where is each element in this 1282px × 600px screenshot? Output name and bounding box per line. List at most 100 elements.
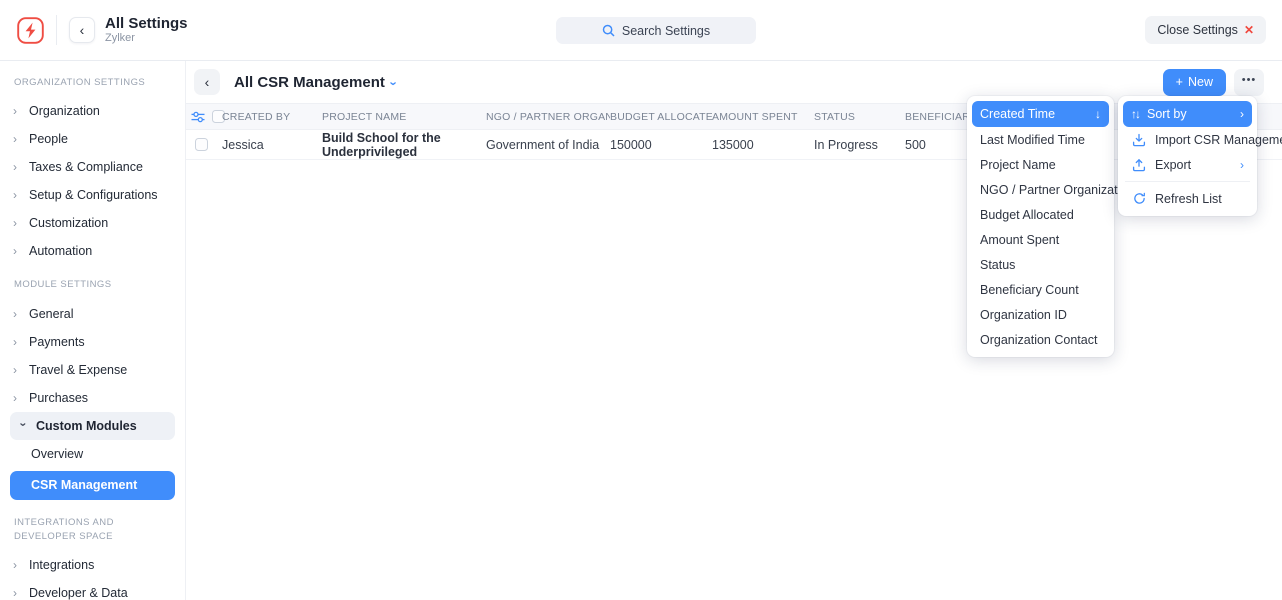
sidebar-item-label: Overview <box>31 447 83 461</box>
column-header-budget-allocated[interactable]: BUDGET ALLOCATED <box>610 111 712 123</box>
refresh-icon <box>1131 192 1147 205</box>
menu-item-sort-by[interactable]: ↑↓ Sort by › <box>1123 101 1252 127</box>
menu-item-import-csr-management[interactable]: Import CSR Management <box>1123 127 1252 152</box>
sort-option-budget-allocated[interactable]: Budget Allocated <box>972 202 1109 227</box>
list-toolbar: ‹ All CSR Management › + New ••• <box>186 61 1282 103</box>
list-back-button[interactable]: ‹ <box>194 69 220 95</box>
close-settings-label: Close Settings <box>1157 23 1238 37</box>
submenu-chevron-icon: › <box>1240 158 1244 172</box>
sidebar-item-label: CSR Management <box>31 478 137 492</box>
sort-option-label: Amount Spent <box>980 233 1059 247</box>
ellipsis-icon: ••• <box>1242 74 1257 86</box>
menu-item-refresh-list[interactable]: Refresh List <box>1123 186 1252 211</box>
search-icon <box>602 24 615 37</box>
sort-option-label: Organization Contact <box>980 333 1097 347</box>
sort-arrows-icon: ↑↓ <box>1131 107 1139 121</box>
sidebar-item-label: People <box>29 132 68 146</box>
chevron-right-icon: › <box>13 160 20 174</box>
sidebar-item-travel-expense[interactable]: › Travel & Expense <box>0 356 185 384</box>
sort-option-last-modified-time[interactable]: Last Modified Time <box>972 127 1109 152</box>
org-name: Zylker <box>105 32 188 45</box>
sidebar-item-custom-modules[interactable]: › Custom Modules <box>10 412 175 440</box>
sort-option-organization-contact[interactable]: Organization Contact <box>972 327 1109 352</box>
sort-option-label: Last Modified Time <box>980 133 1085 147</box>
settings-back-button[interactable]: ‹ <box>69 17 95 43</box>
sort-option-project-name[interactable]: Project Name <box>972 152 1109 177</box>
menu-item-export[interactable]: Export › <box>1123 152 1252 177</box>
back-chevron-icon: ‹ <box>205 74 210 90</box>
column-header-amount-spent[interactable]: AMOUNT SPENT <box>712 111 814 123</box>
sidebar-item-automation[interactable]: › Automation <box>0 237 185 265</box>
view-selector[interactable]: All CSR Management › <box>234 74 396 91</box>
column-header-status[interactable]: STATUS <box>814 111 905 123</box>
sidebar-item-csr-management[interactable]: CSR Management <box>10 471 175 500</box>
top-bar: ‹ All Settings Zylker Search Settings Cl… <box>0 0 1282 61</box>
back-chevron-icon: ‹ <box>80 22 85 38</box>
sidebar-item-label: General <box>29 307 73 321</box>
chevron-right-icon: › <box>13 216 20 230</box>
chevron-right-icon: › <box>13 307 20 321</box>
zylker-logo-icon <box>16 16 44 44</box>
export-icon <box>1131 158 1147 172</box>
sort-option-label: Project Name <box>980 158 1056 172</box>
sort-option-organization-id[interactable]: Organization ID <box>972 302 1109 327</box>
sidebar-item-overview[interactable]: Overview <box>0 440 185 468</box>
menu-divider <box>1125 181 1250 182</box>
list-options-menu: ↑↓ Sort by › Import CSR Management Expor… <box>1118 96 1257 216</box>
sidebar-item-label: Integrations <box>29 558 94 572</box>
new-record-button[interactable]: + New <box>1163 69 1226 96</box>
column-header-created-by[interactable]: CREATED BY <box>222 111 322 123</box>
column-header-ngo[interactable]: NGO / PARTNER ORGANIZATION <box>486 111 610 123</box>
sort-option-created-time[interactable]: Created Time ↓ <box>972 101 1109 127</box>
sidebar-item-setup-configurations[interactable]: › Setup & Configurations <box>0 181 185 209</box>
section-title-organization-settings: ORGANIZATION SETTINGS <box>0 63 168 97</box>
more-options-button[interactable]: ••• <box>1234 69 1264 96</box>
close-x-icon: ✕ <box>1244 23 1254 37</box>
divider <box>56 15 57 45</box>
cell-budget: 150000 <box>610 138 712 152</box>
sidebar-item-general[interactable]: › General <box>0 300 185 328</box>
sidebar-item-label: Automation <box>29 244 92 258</box>
search-settings-input[interactable]: Search Settings <box>556 17 756 44</box>
sort-option-label: Created Time <box>980 107 1055 121</box>
sort-option-label: Status <box>980 258 1015 272</box>
menu-item-label: Refresh List <box>1155 192 1222 206</box>
sidebar-item-people[interactable]: › People <box>0 125 185 153</box>
cell-project-name[interactable]: Build School for the Underprivileged <box>322 131 486 159</box>
close-settings-button[interactable]: Close Settings ✕ <box>1145 16 1266 44</box>
sidebar-item-developer-data[interactable]: › Developer & Data <box>0 579 185 600</box>
sort-option-status[interactable]: Status <box>972 252 1109 277</box>
menu-item-label: Import CSR Management <box>1155 133 1282 147</box>
sidebar-item-label: Setup & Configurations <box>29 188 158 202</box>
column-customize-icon[interactable] <box>191 111 205 123</box>
chevron-right-icon: › <box>13 558 20 572</box>
sidebar-item-purchases[interactable]: › Purchases <box>0 384 185 412</box>
column-header-project-name[interactable]: PROJECT NAME <box>322 111 486 123</box>
new-button-label: New <box>1188 75 1213 89</box>
sort-option-label: Organization ID <box>980 308 1067 322</box>
page-title: All Settings <box>105 15 188 32</box>
cell-created-by: Jessica <box>222 138 322 152</box>
sort-option-amount-spent[interactable]: Amount Spent <box>972 227 1109 252</box>
chevron-down-icon: › <box>387 81 402 85</box>
cell-ngo: Government of India <box>486 138 610 152</box>
section-title-module-settings: MODULE SETTINGS <box>0 265 168 299</box>
sidebar-item-label: Taxes & Compliance <box>29 160 143 174</box>
sidebar-item-integrations[interactable]: › Integrations <box>0 551 185 579</box>
view-title-label: All CSR Management <box>234 74 385 91</box>
chevron-right-icon: › <box>13 104 20 118</box>
chevron-down-icon: › <box>17 422 31 429</box>
sort-direction-down-icon: ↓ <box>1095 107 1101 121</box>
sidebar-item-label: Purchases <box>29 391 88 405</box>
row-checkbox[interactable] <box>195 138 208 151</box>
settings-sidebar: ORGANIZATION SETTINGS › Organization › P… <box>0 61 186 600</box>
section-title-integrations-developer-space: INTEGRATIONS AND DEVELOPER SPACE <box>0 503 168 552</box>
sort-option-ngo-partner-organization[interactable]: NGO / Partner Organization <box>972 177 1109 202</box>
sidebar-item-payments[interactable]: › Payments <box>0 328 185 356</box>
sidebar-item-customization[interactable]: › Customization <box>0 209 185 237</box>
sidebar-item-label: Payments <box>29 335 85 349</box>
sidebar-item-taxes-compliance[interactable]: › Taxes & Compliance <box>0 153 185 181</box>
menu-item-label: Export <box>1155 158 1232 172</box>
sort-option-beneficiary-count[interactable]: Beneficiary Count <box>972 277 1109 302</box>
sidebar-item-organization[interactable]: › Organization <box>0 97 185 125</box>
